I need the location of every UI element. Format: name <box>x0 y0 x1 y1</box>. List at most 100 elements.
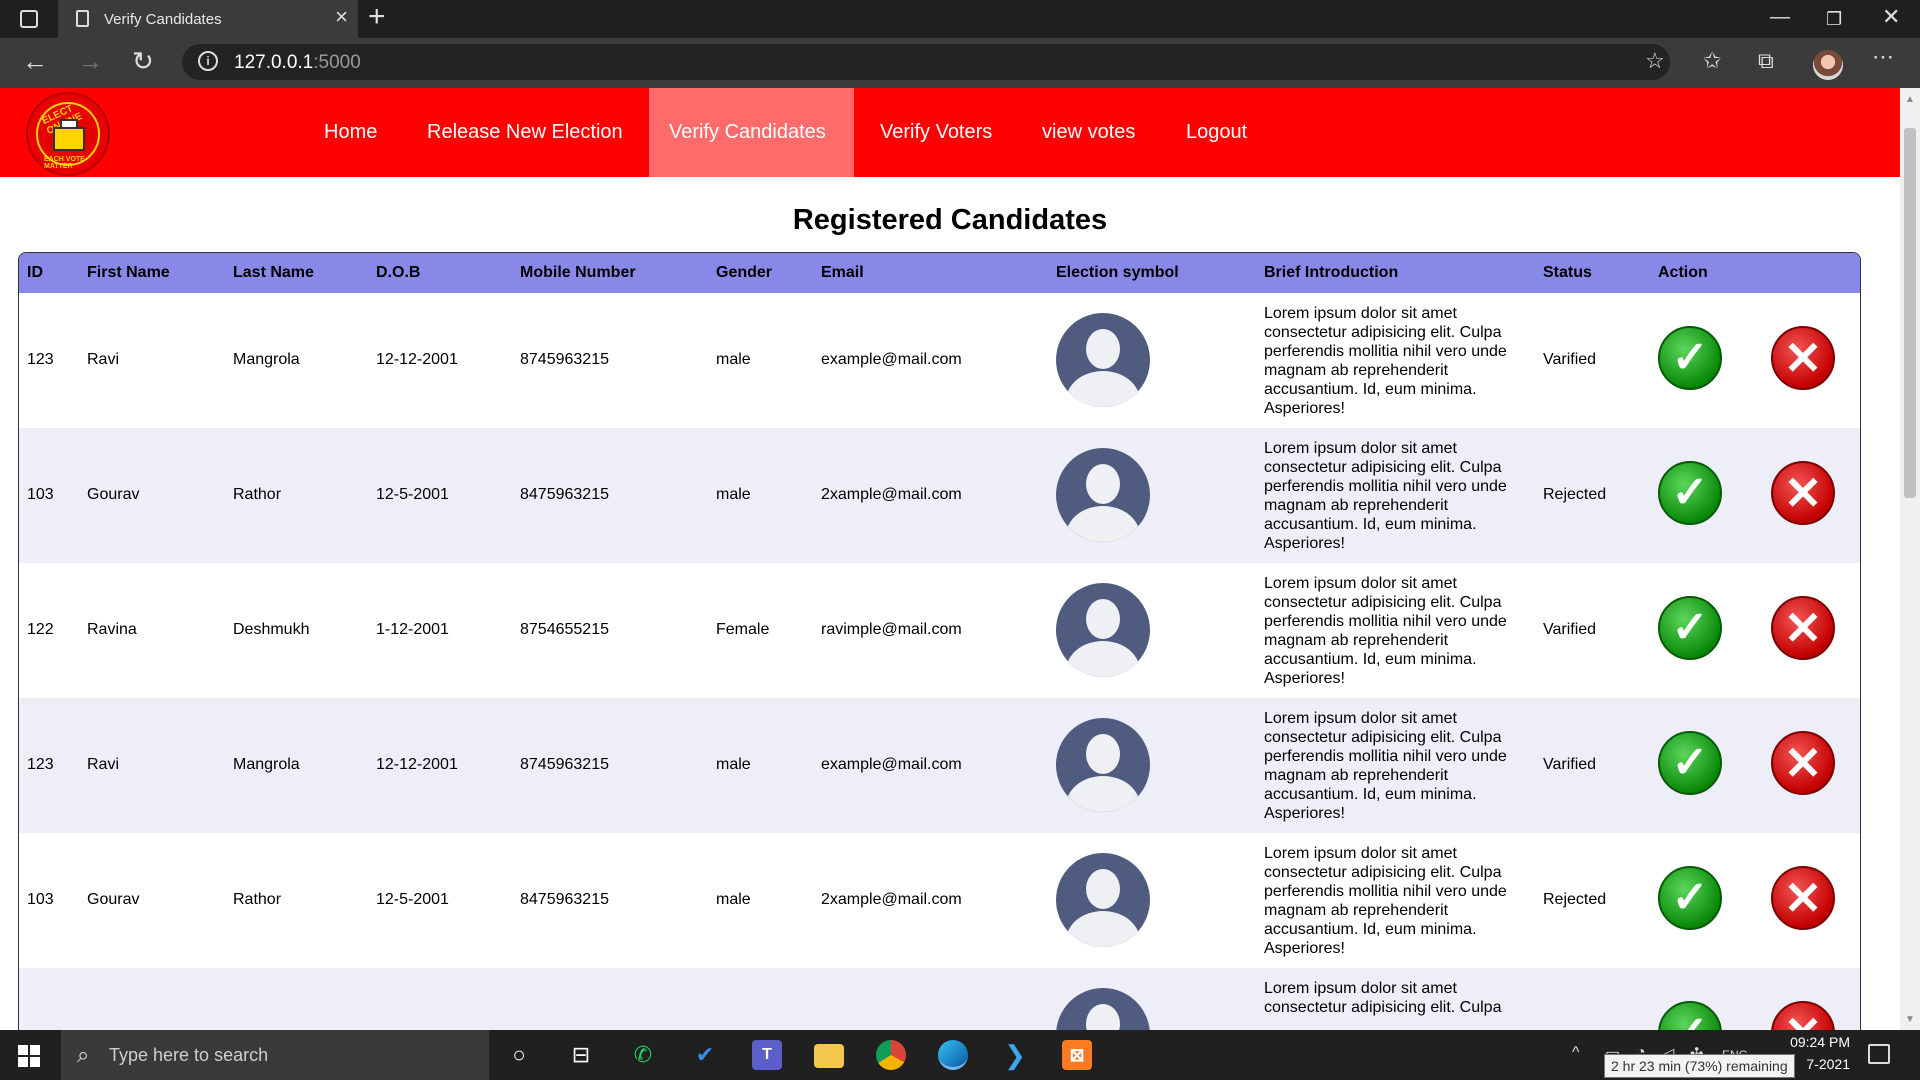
close-window-icon[interactable]: ✕ <box>1882 4 1900 30</box>
minimize-icon[interactable]: — <box>1770 6 1790 29</box>
election-symbol-avatar <box>1056 718 1150 812</box>
forward-icon[interactable]: → <box>77 48 103 74</box>
cell-dob: 1-12-2001 <box>376 621 449 638</box>
search-placeholder: Type here to search <box>109 1045 269 1065</box>
scroll-up-icon[interactable]: ▲ <box>1905 94 1915 105</box>
header-brief-intro: Brief Introduction <box>1264 264 1399 281</box>
header-last-name: Last Name <box>233 264 314 281</box>
cell-dob: 12-5-2001 <box>376 891 449 908</box>
more-icon[interactable]: ⋯ <box>1872 46 1894 68</box>
restore-icon[interactable]: ❐ <box>1826 9 1842 30</box>
reject-button[interactable]: ✕ <box>1771 866 1835 930</box>
url-text: 127.0.0.1:5000 <box>234 52 361 73</box>
windows-start-icon[interactable] <box>18 1045 40 1067</box>
back-icon[interactable]: ← <box>22 48 48 74</box>
nav-verify-candidates[interactable]: Verify Candidates <box>649 88 854 177</box>
chrome-icon[interactable] <box>876 1040 906 1070</box>
edge-icon[interactable] <box>938 1040 968 1070</box>
verify-button[interactable]: ✓ <box>1658 731 1722 795</box>
cell-brief-intro: Lorem ipsum dolor sit amet consectetur a… <box>1264 305 1507 417</box>
cortana-icon[interactable]: ○ <box>504 1040 534 1070</box>
vscode-icon[interactable]: ❯ <box>1000 1040 1030 1070</box>
favorites-icon[interactable]: ✩ <box>1703 50 1721 72</box>
reject-button[interactable]: ✕ <box>1771 326 1835 390</box>
cell-email: example@mail.com <box>821 756 962 773</box>
reject-button[interactable]: ✕ <box>1771 731 1835 795</box>
reject-button[interactable]: ✕ <box>1771 461 1835 525</box>
verify-button[interactable]: ✓ <box>1658 866 1722 930</box>
xampp-icon[interactable]: ⊠ <box>1062 1040 1092 1070</box>
add-favorite-icon[interactable]: ☆ <box>1645 50 1665 72</box>
header-dob: D.O.B <box>376 264 421 281</box>
address-bar[interactable]: i 127.0.0.1:5000 <box>182 44 1670 80</box>
profile-avatar[interactable] <box>1813 50 1843 80</box>
table-row: Lorem ipsum dolor sit amet consectetur a… <box>19 968 1860 1030</box>
cell-mobile: 8745963215 <box>520 756 609 773</box>
cell-email: example@mail.com <box>821 351 962 368</box>
tab-actions-icon[interactable] <box>20 10 38 28</box>
nav-view-votes[interactable]: view votes <box>1022 88 1155 177</box>
whatsapp-icon[interactable]: ✆ <box>628 1040 658 1070</box>
todo-icon[interactable]: ✔ <box>690 1040 720 1070</box>
taskbar-search[interactable]: ⌕ Type here to search <box>61 1030 489 1080</box>
cell-id: 123 <box>27 351 54 368</box>
search-icon: ⌕ <box>77 1042 90 1067</box>
cell-gender: male <box>716 351 751 368</box>
table-row: 123 Ravi Mangrola 12-12-2001 8745963215 … <box>19 698 1860 833</box>
cell-first-name: Ravi <box>87 756 120 773</box>
nav-home[interactable]: Home <box>304 88 397 177</box>
page-viewport: ELECT ONLINE EACH VOTE MATTER Home Relea… <box>0 88 1900 1030</box>
elect-online-logo[interactable]: ELECT ONLINE EACH VOTE MATTER <box>26 92 110 176</box>
election-symbol-avatar <box>1056 313 1150 407</box>
nav-logout[interactable]: Logout <box>1166 88 1267 177</box>
collections-icon[interactable]: ⧉ <box>1758 50 1774 72</box>
cell-email: ravimple@mail.com <box>821 621 962 638</box>
cell-gender: male <box>716 756 751 773</box>
task-view-icon[interactable]: ⊟ <box>566 1040 596 1070</box>
verify-button[interactable]: ✓ <box>1658 326 1722 390</box>
table-row: 123 Ravi Mangrola 12-12-2001 8745963215 … <box>19 293 1860 428</box>
tray-chevron-icon[interactable]: ^ <box>1572 1044 1580 1062</box>
header-first-name: First Name <box>87 264 170 281</box>
cell-id: 122 <box>27 621 54 638</box>
scroll-down-icon[interactable]: ▼ <box>1905 1014 1915 1025</box>
cell-id: 103 <box>27 486 54 503</box>
verify-button[interactable]: ✓ <box>1658 596 1722 660</box>
table-row: 103 Gourav Rathor 12-5-2001 8475963215 m… <box>19 833 1860 968</box>
address-toolbar: ← → ↻ i 127.0.0.1:5000 ☆ ✩ ⧉ ⋯ <box>0 38 1920 88</box>
cell-email: 2xample@mail.com <box>821 486 962 503</box>
verify-button[interactable]: ✓ <box>1658 1001 1722 1030</box>
site-info-icon[interactable]: i <box>198 51 218 71</box>
nav-verify-voters[interactable]: Verify Voters <box>860 88 1012 177</box>
cell-dob: 12-12-2001 <box>376 756 458 773</box>
teams-icon[interactable]: T <box>752 1040 782 1070</box>
notification-icon[interactable] <box>1868 1044 1890 1064</box>
browser-tab[interactable]: Verify Candidates × <box>58 0 358 38</box>
reject-button[interactable]: ✕ <box>1771 1001 1835 1030</box>
cell-mobile: 8754655215 <box>520 621 609 638</box>
close-tab-icon[interactable]: × <box>335 6 348 28</box>
cell-last-name: Mangrola <box>233 351 300 368</box>
table-row: 122 Ravina Deshmukh 1-12-2001 8754655215… <box>19 563 1860 698</box>
cell-last-name: Rathor <box>233 891 282 908</box>
scrollbar-thumb[interactable] <box>1904 128 1916 498</box>
cell-mobile: 8475963215 <box>520 891 609 908</box>
nav-release-new-election[interactable]: Release New Election <box>407 88 643 177</box>
new-tab-icon[interactable]: + <box>368 2 386 32</box>
cell-status: Varified <box>1543 621 1597 638</box>
cell-gender: male <box>716 891 751 908</box>
cell-first-name: Gourav <box>87 486 140 503</box>
file-explorer-icon[interactable] <box>814 1044 844 1068</box>
header-email: Email <box>821 264 864 281</box>
election-symbol-avatar <box>1056 448 1150 542</box>
verify-button[interactable]: ✓ <box>1658 461 1722 525</box>
page-title: Registered Candidates <box>792 204 1108 236</box>
reject-button[interactable]: ✕ <box>1771 596 1835 660</box>
cell-brief-intro: Lorem ipsum dolor sit amet consectetur a… <box>1264 845 1507 957</box>
refresh-icon[interactable]: ↻ <box>132 48 154 74</box>
page-scrollbar[interactable]: ▲ ▼ <box>1900 88 1920 1030</box>
cell-email: 2xample@mail.com <box>821 891 962 908</box>
clock-time[interactable]: 09:24 PM <box>1770 1034 1850 1050</box>
cell-brief-intro: Lorem ipsum dolor sit amet consectetur a… <box>1264 710 1507 822</box>
table-row: 103 Gourav Rathor 12-5-2001 8475963215 m… <box>19 428 1860 563</box>
